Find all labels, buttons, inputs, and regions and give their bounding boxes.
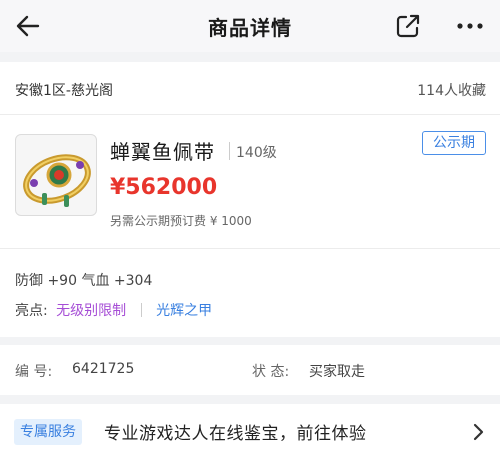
divider bbox=[229, 142, 230, 160]
deposit-note: 另需公示期预订费 ¥ 1000 bbox=[110, 214, 252, 228]
server-name: 安徽1区-慈光阁 bbox=[15, 83, 113, 99]
chevron-right-icon bbox=[473, 423, 484, 441]
item-price: ¥562000 bbox=[110, 175, 218, 200]
item-stats: 防御 +90 气血 +304 bbox=[15, 273, 153, 289]
divider bbox=[0, 248, 500, 249]
highlights-label: 亮点: bbox=[15, 303, 48, 319]
service-text: 专业游戏达人在线鉴宝，前往体验 bbox=[104, 424, 367, 444]
divider bbox=[0, 114, 500, 115]
share-icon[interactable] bbox=[394, 12, 422, 40]
status-label: 状 态: bbox=[252, 364, 290, 380]
item-thumbnail[interactable] bbox=[15, 134, 97, 216]
top-nav-bar: 商品详情 bbox=[0, 0, 500, 52]
status-value: 买家取走 bbox=[309, 364, 365, 380]
trade-info-card: 编 号: 6421725 状 态: 买家取走 bbox=[0, 345, 500, 395]
highlight-tag: 无级别限制 bbox=[56, 303, 127, 319]
divider bbox=[140, 303, 142, 317]
highlights-row: 亮点: 无级别限制 光辉之甲 bbox=[15, 300, 212, 320]
highlight-tag: 光辉之甲 bbox=[156, 303, 213, 319]
jade-belt-item-icon bbox=[23, 154, 91, 207]
favorites-count[interactable]: 114人收藏 bbox=[417, 80, 486, 100]
item-level: 140级 bbox=[236, 145, 277, 161]
id-value: 6421725 bbox=[72, 361, 135, 377]
exclusive-service-banner[interactable]: 专属服务 专业游戏达人在线鉴宝，前往体验 bbox=[0, 404, 500, 459]
status-badge: 公示期 bbox=[422, 131, 486, 155]
id-label: 编 号: bbox=[15, 364, 53, 380]
item-name: 蝉翼鱼佩带 bbox=[110, 140, 215, 164]
page-title: 商品详情 bbox=[208, 16, 292, 40]
more-options-icon[interactable] bbox=[452, 12, 488, 40]
item-detail-card: 安徽1区-慈光阁 114人收藏 蝉翼鱼佩带 140级 公示期 ¥562000 另… bbox=[0, 62, 500, 337]
service-badge: 专属服务 bbox=[14, 419, 82, 445]
